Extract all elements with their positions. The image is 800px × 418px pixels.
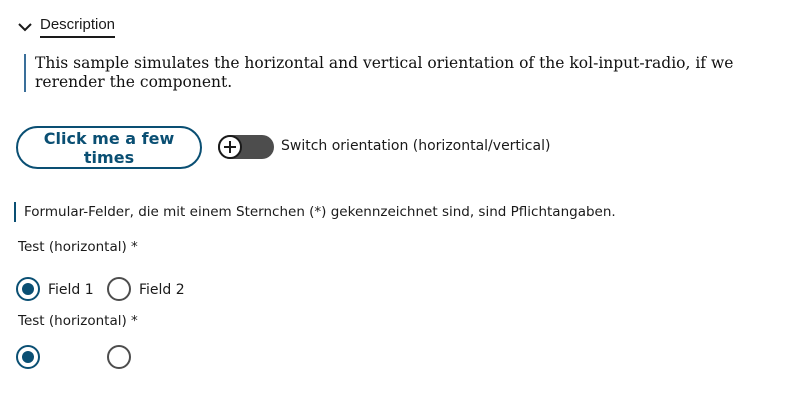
radio-group-2-legend-text: Test (horizontal)	[18, 313, 127, 329]
radio-field-1[interactable]	[16, 277, 40, 301]
radio-field-1-label: Field 1	[48, 282, 94, 298]
switch-label: Switch orientation (horizontal/vertical)	[281, 138, 551, 154]
radio-group-2-option-2[interactable]	[107, 345, 131, 369]
description-toggle-label: Description	[40, 16, 116, 38]
description-text: This sample simulates the horizontal and…	[24, 54, 775, 92]
form-required-hint: Formular-Felder, die mit einem Sternchen…	[14, 202, 616, 222]
required-mark: *	[131, 313, 138, 329]
chevron-down-icon	[18, 23, 32, 32]
radio-group-2-option-1[interactable]	[16, 345, 40, 369]
radio-field-2[interactable]	[107, 277, 131, 301]
plus-icon	[224, 141, 236, 153]
radio-field-2-label: Field 2	[139, 282, 185, 298]
radio-group-1-legend-text: Test (horizontal)	[18, 239, 127, 255]
radio-selected-dot	[22, 351, 34, 363]
description-toggle[interactable]: Description	[16, 16, 116, 38]
switch-knob	[218, 135, 242, 159]
radio-group-2-legend: Test (horizontal) *	[18, 313, 138, 329]
radio-group-1-legend: Test (horizontal) *	[18, 239, 138, 255]
required-mark: *	[131, 239, 138, 255]
click-me-button[interactable]: Click me a few times	[16, 126, 202, 169]
orientation-switch[interactable]	[218, 135, 274, 159]
radio-selected-dot	[22, 283, 34, 295]
